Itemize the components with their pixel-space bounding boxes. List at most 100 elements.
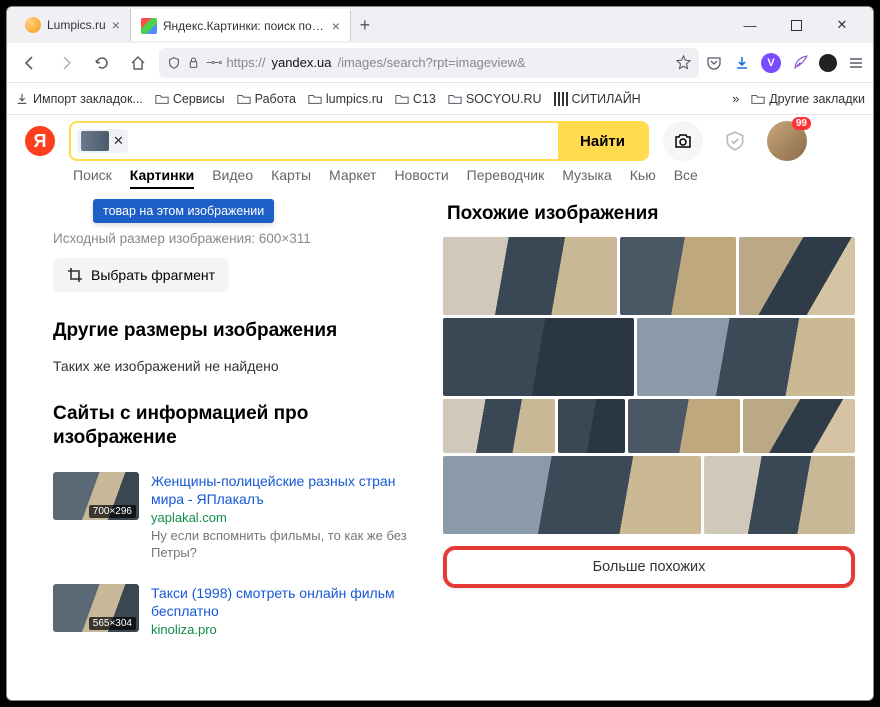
similar-grid	[443, 237, 855, 534]
crop-label: Выбрать фрагмент	[91, 267, 215, 283]
search-bar: ✕ Найти	[69, 121, 649, 161]
bookmark-overflow[interactable]: »	[732, 92, 739, 106]
download-icon[interactable]	[733, 54, 751, 72]
tab-title: Яндекс.Картинки: поиск по из	[163, 19, 326, 33]
window-close-button[interactable]: ✕	[819, 9, 865, 41]
search-image-chip: ✕	[77, 129, 128, 153]
forward-button[interactable]	[51, 48, 81, 78]
similar-thumb[interactable]	[628, 399, 740, 453]
bookmark-folder-services[interactable]: Сервисы	[155, 92, 225, 106]
nav-search[interactable]: Поиск	[73, 167, 112, 189]
camera-search-button[interactable]	[663, 121, 703, 161]
similar-thumb[interactable]	[443, 318, 634, 396]
similar-thumb[interactable]	[443, 456, 701, 534]
bookmark-label: СИТИЛАЙН	[572, 92, 641, 106]
back-button[interactable]	[15, 48, 45, 78]
new-tab-button[interactable]: +	[351, 11, 379, 39]
similar-heading: Похожие изображения	[447, 203, 855, 225]
bookmark-label: Сервисы	[173, 92, 225, 106]
nav-news[interactable]: Новости	[394, 167, 448, 189]
other-sizes-heading: Другие размеры изображения	[53, 320, 423, 342]
site-result[interactable]: 565×304 Такси (1998) смотреть онлайн фил…	[53, 584, 423, 637]
nav-maps[interactable]: Карты	[271, 167, 311, 189]
left-column: товар на этом изображении Исходный разме…	[53, 199, 423, 690]
site-title[interactable]: Женщины-полицейские разных стран мира - …	[151, 472, 423, 508]
import-label: Импорт закладок...	[33, 92, 143, 106]
reload-button[interactable]	[87, 48, 117, 78]
similar-thumb[interactable]	[443, 399, 555, 453]
home-button[interactable]	[123, 48, 153, 78]
other-bookmarks[interactable]: Другие закладки	[751, 92, 865, 106]
more-label: Больше похожих	[593, 559, 706, 575]
site-thumbnail: 565×304	[53, 584, 139, 632]
more-similar-button[interactable]: Больше похожих	[443, 546, 855, 588]
address-bar[interactable]: ⊸⊸ https://yandex.ua/images/search?rpt=i…	[159, 48, 699, 78]
similar-thumb[interactable]	[704, 456, 855, 534]
tab-lumpics[interactable]: Lumpics.ru ×	[15, 9, 131, 41]
bookmark-folder-c13[interactable]: C13	[395, 92, 436, 106]
similar-thumb[interactable]	[558, 399, 625, 453]
extension-dark-icon[interactable]	[819, 54, 837, 72]
bookmark-star-icon[interactable]	[676, 55, 691, 70]
tab-strip: Lumpics.ru × Яндекс.Картинки: поиск по и…	[7, 7, 873, 43]
user-avatar[interactable]: 99	[767, 121, 807, 161]
menu-icon[interactable]	[847, 54, 865, 72]
bookmark-label: Работа	[255, 92, 296, 106]
site-result[interactable]: 700×296 Женщины-полицейские разных стран…	[53, 472, 423, 562]
lock-icon	[187, 56, 200, 69]
bookmark-folder-lumpics[interactable]: lumpics.ru	[308, 92, 383, 106]
browser-window: Lumpics.ru × Яндекс.Картинки: поиск по и…	[6, 6, 874, 701]
close-icon[interactable]: ×	[112, 17, 120, 33]
bookmark-label: C13	[413, 92, 436, 106]
search-input[interactable]	[128, 123, 558, 159]
bookmark-label: SOCYOU.RU	[466, 92, 542, 106]
pocket-icon[interactable]	[705, 54, 723, 72]
similar-thumb[interactable]	[637, 318, 855, 396]
site-domain: yaplakal.com	[151, 510, 423, 525]
site-description: Ну если вспомнить фильмы, то как же без …	[151, 528, 423, 562]
protect-icon[interactable]	[717, 123, 753, 159]
site-domain: kinoliza.pro	[151, 622, 423, 637]
similar-thumb[interactable]	[620, 237, 736, 315]
thumbnail-dimensions: 700×296	[89, 505, 136, 518]
similar-thumb[interactable]	[743, 399, 855, 453]
feather-icon[interactable]	[791, 54, 809, 72]
tab-yandex-images[interactable]: Яндекс.Картинки: поиск по из ×	[131, 9, 351, 41]
chip-thumbnail	[81, 131, 109, 151]
favicon-lumpics	[25, 17, 41, 33]
crop-button[interactable]: Выбрать фрагмент	[53, 258, 229, 292]
nav-all[interactable]: Все	[674, 167, 698, 189]
bookmark-folder-socyou[interactable]: SOCYOU.RU	[448, 92, 542, 106]
nav-music[interactable]: Музыка	[562, 167, 612, 189]
yandex-nav-tabs: Поиск Картинки Видео Карты Маркет Новост…	[7, 167, 873, 197]
minimize-button[interactable]: —	[727, 9, 773, 41]
toolbar-icons: V	[705, 53, 865, 73]
nav-translate[interactable]: Переводчик	[467, 167, 545, 189]
page-content: Я ✕ Найти 99 Поиск Картинки Видео	[7, 115, 873, 700]
nav-market[interactable]: Маркет	[329, 167, 376, 189]
maximize-button[interactable]	[773, 9, 819, 41]
close-icon[interactable]: ×	[332, 18, 340, 34]
overflow-label: »	[732, 92, 739, 106]
bookmark-folder-work[interactable]: Работа	[237, 92, 296, 106]
similar-thumb[interactable]	[443, 237, 617, 315]
url-protocol: https://	[226, 55, 265, 70]
tab-title: Lumpics.ru	[47, 18, 106, 32]
yandex-logo[interactable]: Я	[25, 126, 55, 156]
site-title[interactable]: Такси (1998) смотреть онлайн фильм беспл…	[151, 584, 423, 620]
extension-v-icon[interactable]: V	[761, 53, 781, 73]
nav-images[interactable]: Картинки	[130, 167, 194, 189]
bookmark-sitilain[interactable]: СИТИЛАЙН	[554, 92, 641, 106]
product-chip[interactable]: товар на этом изображении	[93, 199, 274, 223]
similar-thumb[interactable]	[739, 237, 855, 315]
shield-icon	[167, 56, 181, 70]
site-thumbnail: 700×296	[53, 472, 139, 520]
bookmark-label: lumpics.ru	[326, 92, 383, 106]
chip-remove-icon[interactable]: ✕	[113, 133, 124, 149]
nav-q[interactable]: Кью	[630, 167, 656, 189]
search-button[interactable]: Найти	[558, 123, 647, 159]
yandex-header: Я ✕ Найти 99	[7, 115, 873, 167]
sites-heading: Сайты с информацией про изображение	[53, 402, 423, 450]
import-bookmarks[interactable]: Импорт закладок...	[15, 92, 143, 106]
nav-video[interactable]: Видео	[212, 167, 253, 189]
